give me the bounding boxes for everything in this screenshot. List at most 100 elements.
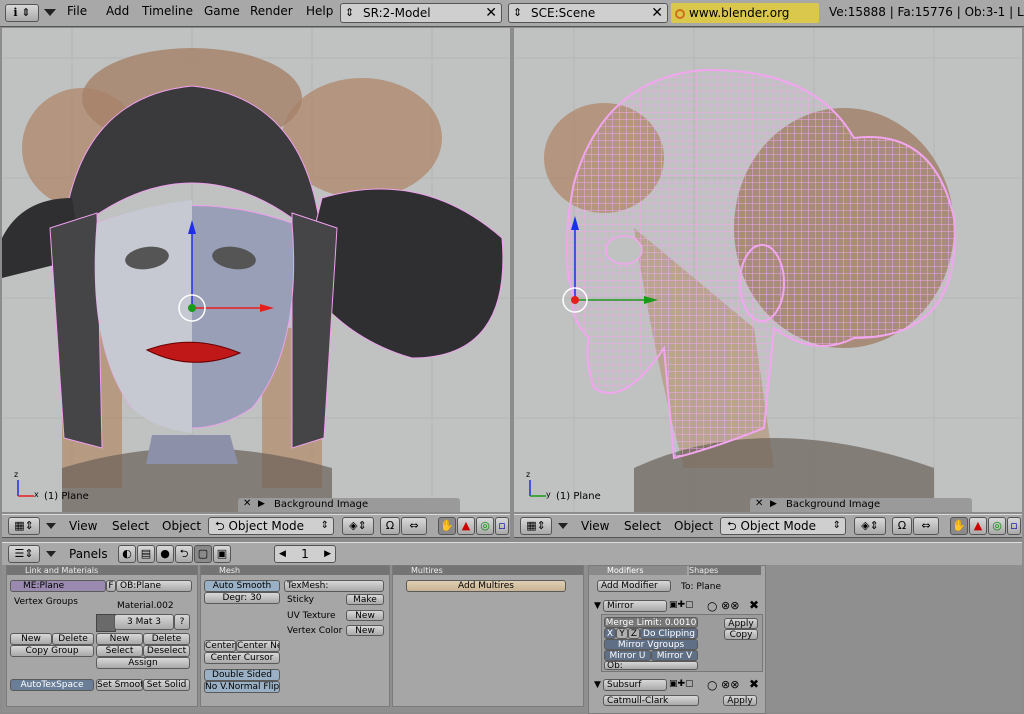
mirror-object-field[interactable]: Ob: bbox=[604, 661, 698, 670]
close-icon[interactable]: ✕ bbox=[755, 498, 763, 509]
expand-triangle-icon[interactable]: ▼ bbox=[594, 680, 601, 690]
menu-add[interactable]: Add bbox=[106, 4, 129, 18]
close-icon[interactable]: ✕ bbox=[243, 498, 251, 509]
menu-help[interactable]: Help bbox=[306, 4, 333, 18]
mirror-apply-button[interactable]: Apply bbox=[724, 618, 758, 629]
logic-context-icon[interactable]: ◐ bbox=[118, 545, 136, 563]
sticky-make-button[interactable]: Make bbox=[346, 594, 384, 605]
panel-title[interactable]: Mesh bbox=[201, 566, 389, 575]
auto-smooth-toggle[interactable]: Auto Smooth bbox=[204, 580, 280, 592]
pivot-button[interactable]: Ω bbox=[892, 517, 912, 535]
menu-select[interactable]: Select bbox=[112, 519, 149, 533]
scene-selector[interactable]: ⇕ SCE:Scene ✕ bbox=[508, 3, 668, 23]
mode-selector[interactable]: ⮌ Object Mode ⇕ bbox=[208, 517, 334, 535]
mirror-vgroups-toggle[interactable]: Mirror Vgroups bbox=[604, 639, 698, 650]
delete-modifier-icon[interactable]: ✖ bbox=[749, 677, 759, 691]
rotate-manipulator-button[interactable]: ◎ bbox=[476, 517, 494, 535]
side-viewport[interactable]: z y (1) Plane ✕ ▶ Background Image bbox=[514, 28, 1022, 512]
panel-title[interactable]: Link and Materials bbox=[7, 566, 197, 575]
material-delete-button[interactable]: Delete bbox=[143, 633, 190, 645]
subsurf-modifier-name[interactable]: Subsurf bbox=[603, 679, 667, 691]
panel-title[interactable]: Multires bbox=[393, 566, 583, 575]
mirror-y-toggle[interactable]: Y bbox=[616, 628, 628, 639]
rotate-manipulator-button[interactable]: ◎ bbox=[988, 517, 1006, 535]
close-icon[interactable]: ✕ bbox=[485, 4, 497, 22]
window-type-grid-icon[interactable]: ▦⇕ bbox=[8, 517, 40, 535]
screen-selector[interactable]: ⇕ SR:2-Model ✕ bbox=[340, 3, 502, 23]
material-deselect-button[interactable]: Deselect bbox=[143, 645, 190, 657]
scene-context-icon[interactable]: ▣ bbox=[213, 545, 231, 563]
pivot-button[interactable]: Ω bbox=[380, 517, 400, 535]
translate-manipulator-button[interactable]: ▲ bbox=[457, 517, 475, 535]
menu-timeline[interactable]: Timeline bbox=[142, 4, 193, 18]
scene-browse-icon[interactable]: ⇕ bbox=[513, 4, 522, 22]
cage-toggle-icon[interactable]: ○ bbox=[707, 678, 717, 692]
set-smooth-button[interactable]: Set Smoot bbox=[96, 679, 143, 691]
do-clipping-toggle[interactable]: Do Clipping bbox=[640, 628, 698, 639]
vertex-group-delete-button[interactable]: Delete bbox=[52, 633, 94, 645]
info-window-type-button[interactable]: i ⇕ bbox=[5, 4, 39, 22]
subdivision-type-select[interactable]: Catmull-Clark bbox=[603, 695, 699, 706]
mirror-copy-button[interactable]: Copy bbox=[724, 629, 758, 640]
material-select-button[interactable]: Select bbox=[96, 645, 143, 657]
modifiers-tab[interactable]: Modifiers bbox=[589, 566, 687, 575]
window-type-grid-icon[interactable]: ▦⇕ bbox=[520, 517, 552, 535]
vertex-group-new-button[interactable]: New bbox=[10, 633, 52, 645]
move-up-icon[interactable]: ⊗⊗ bbox=[721, 599, 739, 612]
move-up-icon[interactable]: ⊗⊗ bbox=[721, 678, 739, 691]
menu-view[interactable]: View bbox=[69, 519, 97, 533]
render-toggle-icon[interactable]: ▣✚▢ bbox=[669, 600, 694, 610]
menu-object[interactable]: Object bbox=[674, 519, 713, 533]
background-image-panel[interactable]: ✕ ▶ Background Image bbox=[238, 498, 460, 512]
no-vnormal-flip-toggle[interactable]: No V.Normal Flip bbox=[204, 681, 280, 693]
autotexspace-toggle[interactable]: AutoTexSpace bbox=[10, 679, 94, 691]
scale-manipulator-button[interactable]: ▫ bbox=[495, 517, 509, 535]
render-toggle-icon[interactable]: ▣✚▢ bbox=[669, 679, 694, 689]
double-sided-toggle[interactable]: Double Sided bbox=[204, 669, 280, 681]
mirror-v-toggle[interactable]: Mirror V bbox=[651, 650, 698, 661]
menu-game[interactable]: Game bbox=[204, 4, 240, 18]
collapse-triangle-icon[interactable] bbox=[46, 523, 56, 529]
menu-file[interactable]: File bbox=[67, 4, 87, 18]
vertex-color-new-button[interactable]: New bbox=[346, 625, 384, 636]
object-context-icon[interactable]: ⮌ bbox=[175, 545, 193, 563]
screen-browse-icon[interactable]: ⇕ bbox=[345, 4, 354, 22]
menu-view[interactable]: View bbox=[581, 519, 609, 533]
decrement-arrow-icon[interactable]: ◀ bbox=[279, 546, 286, 562]
translate-manipulator-button[interactable]: ▲ bbox=[969, 517, 987, 535]
mirror-z-toggle[interactable]: Z bbox=[628, 628, 640, 639]
uv-texture-new-button[interactable]: New bbox=[346, 610, 384, 621]
shading-context-icon[interactable]: ● bbox=[156, 545, 174, 563]
mesh-datablock-field[interactable]: ME:Plane bbox=[10, 580, 106, 592]
material-help-button[interactable]: ? bbox=[174, 614, 190, 630]
center-button[interactable]: Center bbox=[204, 640, 236, 652]
script-context-icon[interactable]: ▤ bbox=[137, 545, 155, 563]
texmesh-field[interactable]: TexMesh: bbox=[284, 580, 384, 592]
hand-manipulator-button[interactable]: ✋ bbox=[438, 517, 456, 535]
cage-toggle-icon[interactable]: ○ bbox=[707, 599, 717, 613]
buttons-window-type-icon[interactable]: ☰⇕ bbox=[8, 545, 40, 563]
mirror-x-toggle[interactable]: X bbox=[604, 628, 616, 639]
expand-triangle-icon[interactable]: ▼ bbox=[594, 601, 601, 611]
expand-triangle-icon[interactable]: ▶ bbox=[770, 499, 777, 509]
merge-limit-field[interactable]: Merge Limit: 0.0010 bbox=[604, 617, 698, 628]
front-viewport[interactable]: z x (1) Plane ✕ ▶ Background Image bbox=[2, 28, 510, 512]
frame-number-field[interactable]: ◀ 1 ▶ bbox=[274, 545, 336, 563]
hand-manipulator-button[interactable]: ✋ bbox=[950, 517, 968, 535]
menu-object[interactable]: Object bbox=[162, 519, 201, 533]
mode-selector[interactable]: ⮌ Object Mode ⇕ bbox=[720, 517, 846, 535]
expand-triangle-icon[interactable]: ▶ bbox=[258, 499, 265, 509]
collapse-triangle-icon[interactable] bbox=[44, 9, 56, 16]
snap-button[interactable]: ⇔ bbox=[913, 517, 939, 535]
mirror-modifier-name[interactable]: Mirror bbox=[603, 600, 667, 612]
copy-group-button[interactable]: Copy Group bbox=[10, 645, 94, 657]
add-multires-button[interactable]: Add Multires bbox=[406, 580, 566, 592]
material-assign-button[interactable]: Assign bbox=[96, 657, 190, 669]
object-name-field[interactable]: OB:Plane bbox=[116, 580, 192, 592]
mirror-u-toggle[interactable]: Mirror U bbox=[604, 650, 651, 661]
fake-user-button[interactable]: F bbox=[106, 580, 116, 592]
increment-arrow-icon[interactable]: ▶ bbox=[324, 546, 331, 562]
delete-modifier-icon[interactable]: ✖ bbox=[749, 598, 759, 612]
collapse-triangle-icon[interactable] bbox=[46, 551, 56, 557]
background-image-panel[interactable]: ✕ ▶ Background Image bbox=[750, 498, 972, 512]
